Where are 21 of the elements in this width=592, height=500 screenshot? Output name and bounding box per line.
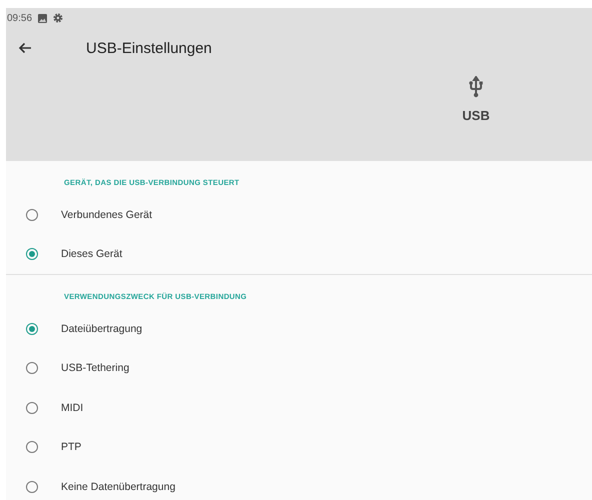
option-label[interactable]: USB-Tethering: [61, 362, 130, 374]
option-label[interactable]: Verbundenes Gerät: [61, 208, 152, 221]
usb-icon: [469, 76, 483, 98]
radio-button[interactable]: [26, 480, 38, 493]
radio-button[interactable]: [26, 208, 38, 221]
radio-button[interactable]: [26, 362, 38, 374]
option-label[interactable]: PTP: [61, 441, 82, 454]
option-label[interactable]: Keine Datenübertragung: [61, 480, 176, 493]
radio-button[interactable]: [26, 441, 38, 454]
radio-button[interactable]: [26, 402, 38, 414]
radio-button[interactable]: [26, 322, 38, 335]
screen-title: USB-Einstellungen: [86, 40, 212, 56]
settings-icon: [53, 13, 64, 23]
option-label[interactable]: MIDI: [61, 402, 84, 414]
usb-label: USB: [462, 108, 490, 123]
status-time: 09:56: [7, 12, 32, 24]
image-icon: [38, 14, 48, 22]
option-label[interactable]: Dieses Gerät: [61, 248, 122, 260]
radio-button[interactable]: [26, 248, 38, 260]
back-icon[interactable]: [18, 42, 32, 54]
option-label[interactable]: Dateiübertragung: [61, 322, 142, 335]
